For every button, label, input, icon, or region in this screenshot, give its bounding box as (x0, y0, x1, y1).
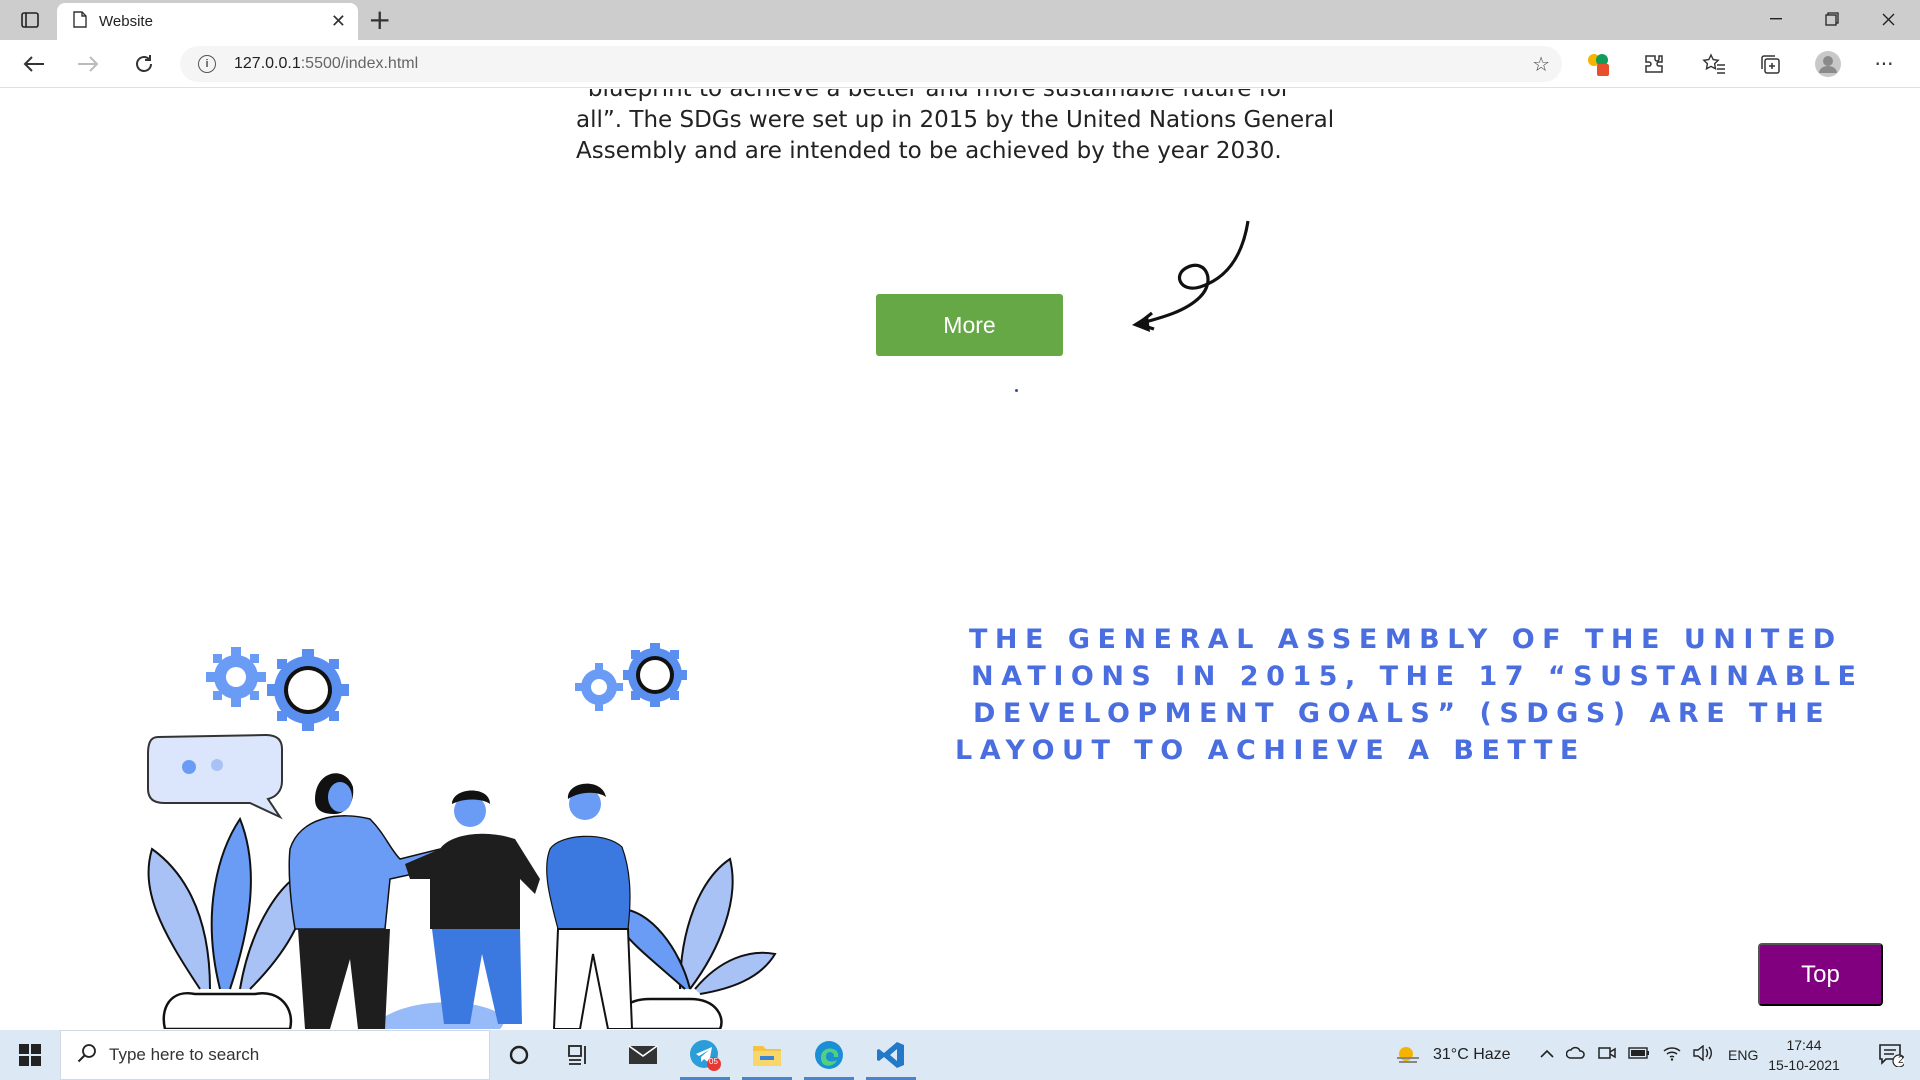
windows-logo-icon (19, 1044, 41, 1066)
page-content: “blueprint to achieve a better and more … (0, 89, 1920, 1029)
headline-line: NATIONS IN 2015, THE 17 “SUSTAINABLE (971, 661, 1864, 692)
notification-count: 2 (1898, 1055, 1904, 1066)
gear-icon (267, 649, 349, 731)
restore-button[interactable] (1804, 0, 1860, 38)
telegram-badge: 05 (709, 1057, 718, 1066)
url-path: :5500/index.html (300, 55, 419, 72)
person-center (405, 790, 540, 1024)
page-icon (73, 11, 87, 32)
cortana-icon[interactable] (490, 1030, 548, 1080)
back-button[interactable] (18, 48, 50, 80)
browser-tab-bar: Website ✕ + (0, 0, 1920, 40)
headline-line: LAYOUT TO ACHIEVE A BETTE (955, 735, 1586, 766)
file-explorer-icon[interactable] (738, 1030, 796, 1080)
favorites-icon[interactable] (1700, 50, 1728, 78)
browser-tab[interactable]: Website ✕ (57, 3, 358, 40)
collections-icon[interactable] (1756, 50, 1784, 78)
url-text: 127.0.0.1:5500/index.html (234, 55, 418, 73)
person-right (546, 783, 634, 1029)
clock[interactable]: 17:44 15-10-2021 (1762, 1035, 1846, 1075)
tab-title: Website (99, 13, 153, 30)
tray-icons: ENG (1540, 1030, 1758, 1080)
headline-line: THE GENERAL ASSEMBLY OF THE UNITED (969, 624, 1843, 655)
plant-right (617, 857, 777, 1029)
onedrive-icon[interactable] (1565, 1046, 1586, 1065)
team-illustration (147, 643, 777, 1029)
refresh-button[interactable] (128, 48, 160, 80)
new-tab-button[interactable]: + (368, 4, 391, 36)
mail-icon[interactable] (614, 1030, 672, 1080)
more-button[interactable]: More (876, 294, 1063, 356)
paragraph-line: “blueprint to achieve a better and more … (576, 89, 1291, 102)
paragraph-line: all”. The SDGs were set up in 2015 by th… (576, 107, 1335, 133)
more-options-icon[interactable]: ··· (1870, 50, 1898, 78)
add-favorite-icon[interactable]: ☆ (1532, 52, 1550, 76)
address-bar[interactable]: i 127.0.0.1:5500/index.html ☆ (180, 46, 1562, 82)
decorative-dot (1015, 389, 1018, 392)
gear-icon (206, 647, 266, 707)
clock-time: 17:44 (1786, 1037, 1822, 1053)
telegram-icon[interactable]: 05 (676, 1030, 734, 1080)
plant-left (147, 816, 312, 1029)
info-icon[interactable]: i (198, 55, 216, 73)
volume-icon[interactable] (1692, 1044, 1714, 1066)
battery-icon[interactable] (1628, 1046, 1650, 1064)
extension-icon[interactable] (1584, 50, 1612, 78)
extensions-icon[interactable] (1640, 50, 1668, 78)
curly-arrow-icon (1132, 220, 1250, 332)
gear-icon (623, 643, 687, 707)
language-indicator[interactable]: ENG (1728, 1047, 1758, 1063)
clock-date: 15-10-2021 (1768, 1057, 1840, 1073)
gear-icon (575, 663, 623, 711)
windows-taskbar: Type here to search 05 31°C Haze ENG 17:… (0, 1030, 1920, 1080)
search-placeholder: Type here to search (109, 1045, 260, 1064)
top-button[interactable]: Top (1758, 943, 1883, 1006)
haze-weather-icon (1397, 1047, 1419, 1063)
start-button[interactable] (0, 1030, 60, 1080)
browser-toolbar: i 127.0.0.1:5500/index.html ☆ ··· (0, 40, 1920, 88)
paragraph-line: Assembly and are intended to be achieved… (576, 138, 1282, 164)
meet-now-icon[interactable] (1598, 1045, 1616, 1066)
edge-icon[interactable] (800, 1030, 858, 1080)
minimize-button[interactable] (1748, 0, 1804, 38)
vscode-icon[interactable] (862, 1030, 920, 1080)
close-tab-icon[interactable]: ✕ (331, 11, 346, 32)
search-icon (77, 1043, 97, 1067)
notifications-icon[interactable]: 2 (1862, 1030, 1920, 1080)
profile-avatar[interactable] (1814, 50, 1842, 78)
headline-line: DEVELOPMENT GOALS” (SDGS) ARE THE (973, 698, 1832, 729)
tab-actions-icon[interactable] (16, 6, 44, 34)
chevron-up-icon[interactable] (1540, 1046, 1554, 1064)
weather-widget[interactable]: 31°C Haze (1395, 1030, 1511, 1080)
weather-text: 31°C Haze (1433, 1046, 1511, 1063)
taskbar-search[interactable]: Type here to search (60, 1030, 490, 1080)
forward-button[interactable] (72, 48, 104, 80)
url-host: 127.0.0.1 (234, 55, 301, 72)
intro-paragraph: “blueprint to achieve a better and more … (576, 89, 1346, 167)
wifi-icon[interactable] (1662, 1045, 1682, 1066)
task-view-icon[interactable] (550, 1030, 608, 1080)
speech-bubble-icon (147, 733, 283, 820)
sdg-headline: THE GENERAL ASSEMBLY OF THE UNITED NATIO… (945, 621, 1864, 769)
close-window-button[interactable] (1860, 0, 1916, 38)
